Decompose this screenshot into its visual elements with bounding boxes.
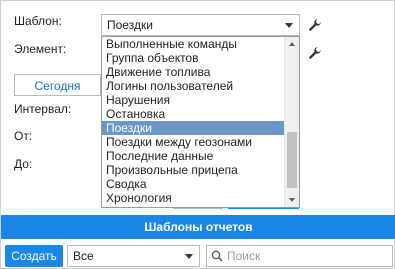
dropdown-option[interactable]: Движение топлива <box>102 65 285 79</box>
search-field[interactable] <box>206 245 393 267</box>
dropdown-option[interactable]: Группа объектов <box>102 51 285 65</box>
wrench-icon[interactable] <box>308 46 322 60</box>
filter-select-value: Все <box>73 249 94 263</box>
today-button[interactable]: Сегодня <box>14 74 101 96</box>
template-select[interactable]: Поездки <box>101 14 300 36</box>
element-label: Элемент: <box>14 42 67 56</box>
template-options: Выполненные команды Группа объектов Движен… <box>102 37 285 205</box>
scrollbar-thumb[interactable] <box>287 132 297 188</box>
chevron-down-icon <box>185 254 193 259</box>
interval-label: Интервал: <box>14 102 72 116</box>
dropdown-option[interactable]: Последние данные <box>102 149 285 163</box>
template-label: Шаблон: <box>14 14 62 28</box>
to-label: До: <box>14 157 33 171</box>
report-templates-header: Шаблоны отчетов <box>1 215 395 239</box>
scroll-up-icon[interactable] <box>289 42 295 46</box>
from-label: От: <box>14 129 33 143</box>
dropdown-option[interactable]: Поездки между геозонами <box>102 135 285 149</box>
dropdown-option-selected[interactable]: Поездки <box>102 121 285 135</box>
scroll-down-icon[interactable] <box>289 198 295 202</box>
dropdown-scrollbar[interactable] <box>284 37 299 207</box>
create-button[interactable]: Создать <box>5 245 63 267</box>
dropdown-option[interactable]: Хронология <box>102 191 285 205</box>
search-icon <box>211 250 223 262</box>
dropdown-option[interactable]: Сводка <box>102 177 285 191</box>
dropdown-option[interactable]: Остановка <box>102 107 285 121</box>
chevron-down-icon <box>285 23 293 28</box>
template-select-value: Поездки <box>107 18 153 32</box>
template-dropdown-list[interactable]: Выполненные команды Группа объектов Движен… <box>101 36 300 208</box>
wrench-icon[interactable] <box>308 18 322 32</box>
dropdown-option[interactable]: Выполненные команды <box>102 37 285 51</box>
filter-select[interactable]: Все <box>67 245 200 267</box>
search-input[interactable] <box>225 246 390 266</box>
dropdown-option[interactable]: Произвольные прицепа <box>102 163 285 177</box>
dropdown-option[interactable]: Нарушения <box>102 93 285 107</box>
dropdown-option[interactable]: Логины пользователей <box>102 79 285 93</box>
report-panel: Шаблон: Поездки Элемент: Сегодня Интерва… <box>0 0 395 269</box>
